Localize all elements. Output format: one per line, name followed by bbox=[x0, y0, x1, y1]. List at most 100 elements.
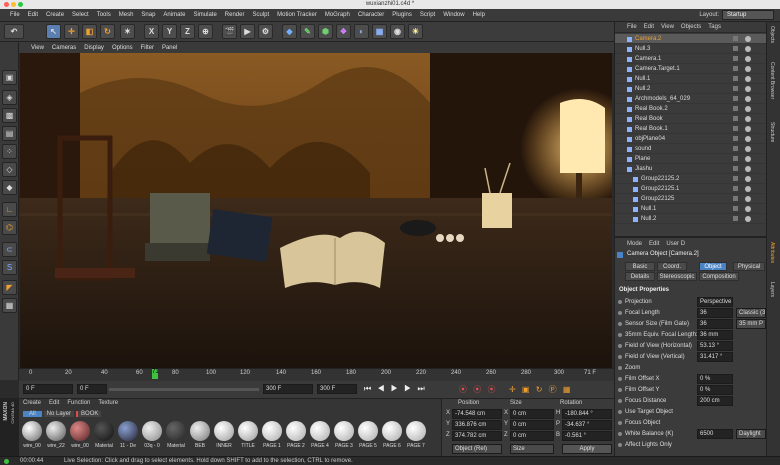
grid-icon[interactable]: ▦ bbox=[2, 298, 17, 313]
viewport-menu-view[interactable]: View bbox=[27, 45, 48, 51]
position-x-field[interactable]: -74.548 cm bbox=[452, 409, 502, 419]
size-mode-dropdown[interactable]: Size bbox=[510, 444, 554, 454]
zoom-window-button[interactable] bbox=[18, 2, 23, 7]
close-window-button[interactable] bbox=[4, 2, 9, 7]
deformer-icon[interactable]: ◐ bbox=[354, 24, 369, 39]
tab-object[interactable]: Object bbox=[699, 262, 727, 271]
am-property-preset[interactable]: 35 mm P bbox=[736, 319, 766, 329]
minimize-window-button[interactable] bbox=[11, 2, 16, 7]
visibility-toggle-icon[interactable] bbox=[733, 186, 738, 191]
material-swatch[interactable]: Material bbox=[93, 421, 115, 449]
am-property-preset[interactable]: Classic (3 bbox=[736, 308, 766, 318]
side-tab-content-browser[interactable]: Content Browser bbox=[769, 62, 775, 99]
position-y-field[interactable]: 336.876 cm bbox=[452, 420, 502, 430]
coordinate-system-icon[interactable]: ⊕ bbox=[198, 24, 213, 39]
om-object-row[interactable]: Archmodels_64_029 bbox=[615, 94, 767, 104]
floor-icon[interactable]: ▦ bbox=[372, 24, 387, 39]
material-swatch[interactable]: PAGE 4 bbox=[309, 421, 331, 449]
playback-controls-icon[interactable]: ⏮ ◀ ▶ ▶ ⏭ bbox=[364, 384, 427, 394]
tab-composition[interactable]: Composition bbox=[699, 272, 739, 281]
am-property-value[interactable]: 0 % bbox=[697, 385, 733, 395]
om-object-row[interactable]: Null.2 bbox=[615, 214, 767, 224]
menu-window[interactable]: Window bbox=[439, 12, 468, 18]
om-menu-file[interactable]: File bbox=[627, 24, 637, 30]
solo-icon[interactable]: S bbox=[2, 260, 17, 275]
material-tag-icon[interactable] bbox=[745, 86, 751, 92]
material-swatch[interactable]: wire_00 bbox=[69, 421, 91, 449]
material-tag-icon[interactable] bbox=[745, 76, 751, 82]
side-tab-layers[interactable]: Layers bbox=[769, 282, 775, 297]
animate-property-icon[interactable] bbox=[618, 366, 622, 370]
om-menu-view[interactable]: View bbox=[661, 24, 674, 30]
visibility-toggle-icon[interactable] bbox=[733, 136, 738, 141]
filter-no-layer-tab[interactable]: No Layer bbox=[43, 411, 75, 417]
om-object-row[interactable]: Real Book.1 bbox=[615, 124, 767, 134]
end-frame-field[interactable]: 300 F bbox=[317, 384, 357, 394]
animate-property-icon[interactable] bbox=[618, 432, 622, 436]
material-menu-create[interactable]: Create bbox=[23, 400, 41, 406]
om-object-row[interactable]: Jiashu bbox=[615, 164, 767, 174]
polygons-mode-icon[interactable]: ◆ bbox=[2, 180, 17, 195]
size-y-field[interactable]: 0 cm bbox=[510, 420, 554, 430]
am-property-value[interactable]: 6500 bbox=[697, 429, 733, 439]
viewport-menu-panel[interactable]: Panel bbox=[158, 45, 181, 51]
render-view-icon[interactable]: 🎬 bbox=[222, 24, 237, 39]
3d-viewport[interactable] bbox=[20, 53, 612, 368]
menu-mesh[interactable]: Mesh bbox=[115, 12, 138, 18]
coordinate-mode-dropdown[interactable]: Object (Rel) bbox=[452, 444, 502, 454]
menu-plugins[interactable]: Plugins bbox=[388, 12, 416, 18]
material-menu-edit[interactable]: Edit bbox=[49, 400, 59, 406]
material-tag-icon[interactable] bbox=[745, 196, 751, 202]
timeline-ruler[interactable]: 0 20 40 60 71 80 100 120 140 160 180 200… bbox=[19, 368, 614, 381]
material-swatch[interactable]: wire_22 bbox=[45, 421, 67, 449]
filter-all-tab[interactable]: All bbox=[23, 411, 42, 417]
am-property-value[interactable]: 53.13 ° bbox=[697, 341, 733, 351]
animate-property-icon[interactable] bbox=[618, 421, 622, 425]
material-tag-icon[interactable] bbox=[745, 156, 751, 162]
visibility-toggle-icon[interactable] bbox=[733, 56, 738, 61]
animate-property-icon[interactable] bbox=[618, 333, 622, 337]
animate-property-icon[interactable] bbox=[618, 355, 622, 359]
material-tag-icon[interactable] bbox=[745, 136, 751, 142]
rotation-h-field[interactable]: -180.844 ° bbox=[562, 409, 612, 419]
om-menu-tags[interactable]: Tags bbox=[708, 24, 721, 30]
material-tag-icon[interactable] bbox=[745, 66, 751, 72]
viewport-menu-display[interactable]: Display bbox=[80, 45, 108, 51]
undo-icon[interactable]: ↶ bbox=[4, 24, 24, 39]
animate-property-icon[interactable] bbox=[618, 388, 622, 392]
om-object-row[interactable]: Camera.1 bbox=[615, 54, 767, 64]
menu-animate[interactable]: Animate bbox=[159, 12, 189, 18]
tab-details[interactable]: Details bbox=[625, 272, 655, 281]
tab-coord[interactable]: Coord. bbox=[657, 262, 687, 271]
texture-mode-icon[interactable]: ▩ bbox=[2, 108, 17, 123]
z-axis-button[interactable]: Z bbox=[180, 24, 195, 39]
visibility-toggle-icon[interactable] bbox=[733, 96, 738, 101]
material-tag-icon[interactable] bbox=[745, 146, 751, 152]
rotate-icon[interactable]: ↻ bbox=[100, 24, 115, 39]
side-tab-objects[interactable]: Objects bbox=[769, 26, 775, 43]
menu-script[interactable]: Script bbox=[416, 12, 439, 18]
model-mode-icon[interactable]: ◈ bbox=[2, 90, 17, 105]
preview-range-slider[interactable] bbox=[109, 388, 259, 391]
material-tag-icon[interactable] bbox=[745, 96, 751, 102]
material-swatch[interactable]: PAGE 1 bbox=[261, 421, 283, 449]
visibility-toggle-icon[interactable] bbox=[733, 126, 738, 131]
menu-file[interactable]: File bbox=[6, 12, 24, 18]
camera-icon[interactable]: ◉ bbox=[390, 24, 405, 39]
material-tag-icon[interactable] bbox=[745, 176, 751, 182]
om-object-row[interactable]: Real Book bbox=[615, 114, 767, 124]
om-object-row[interactable]: Real Book.2 bbox=[615, 104, 767, 114]
animate-property-icon[interactable] bbox=[618, 399, 622, 403]
tweak-mode-icon[interactable]: ⌬ bbox=[2, 220, 17, 235]
animate-property-icon[interactable] bbox=[618, 311, 622, 315]
apply-button[interactable]: Apply bbox=[562, 444, 612, 454]
material-menu-function[interactable]: Function bbox=[67, 400, 90, 406]
material-swatch[interactable]: PAGE 6 bbox=[381, 421, 403, 449]
material-menu-texture[interactable]: Texture bbox=[98, 400, 118, 406]
material-swatch[interactable]: INNER bbox=[213, 421, 235, 449]
menu-simulate[interactable]: Simulate bbox=[189, 12, 220, 18]
om-object-row[interactable]: Group22125 bbox=[615, 194, 767, 204]
visibility-toggle-icon[interactable] bbox=[733, 106, 738, 111]
menu-create[interactable]: Create bbox=[42, 12, 68, 18]
am-property-value[interactable]: 31.417 ° bbox=[697, 352, 733, 362]
